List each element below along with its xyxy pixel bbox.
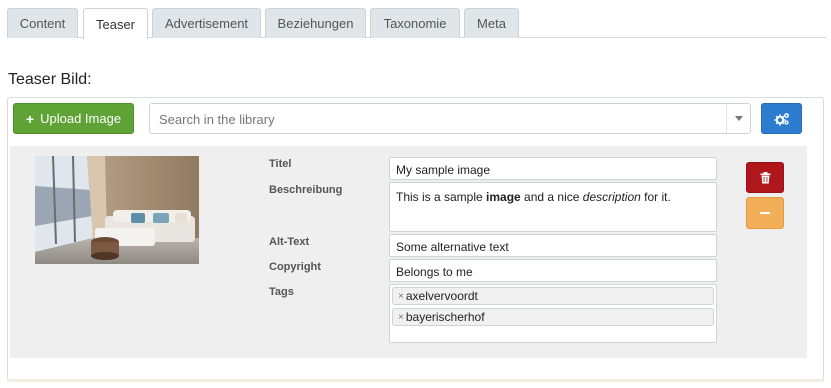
description-italic-text: description xyxy=(582,190,641,204)
chevron-down-icon xyxy=(734,116,743,121)
tab-bar: Content Teaser Advertisement Beziehungen… xyxy=(0,0,831,39)
upload-image-label: Upload Image xyxy=(40,111,122,126)
tab-teaser[interactable]: Teaser xyxy=(83,8,148,39)
plus-icon: + xyxy=(25,110,35,127)
panel-footer-strip xyxy=(7,379,824,382)
section-title: Teaser Bild: xyxy=(8,71,92,88)
minus-icon xyxy=(760,212,770,214)
alt-text-input[interactable]: Some alternative text xyxy=(389,234,717,257)
description-text-end: for it. xyxy=(640,190,671,204)
image-thumbnail[interactable] xyxy=(35,156,199,264)
description-editor[interactable]: This is a sample image and a nice descri… xyxy=(389,182,717,232)
upload-image-button[interactable]: + Upload Image xyxy=(13,103,134,134)
library-search-placeholder: Search in the library xyxy=(159,112,275,127)
tab-meta[interactable]: Meta xyxy=(464,8,519,38)
copyright-label: Copyright xyxy=(269,261,321,273)
title-input[interactable]: My sample image xyxy=(389,157,717,180)
tab-content[interactable]: Content xyxy=(7,8,78,38)
remove-tag-icon[interactable]: × xyxy=(398,312,404,323)
settings-button[interactable] xyxy=(761,103,802,134)
trash-icon xyxy=(760,171,770,183)
tag-chip: × bayerischerhof xyxy=(392,308,714,326)
tab-advertisement[interactable]: Advertisement xyxy=(152,8,261,38)
title-label: Titel xyxy=(269,158,292,170)
description-text-start: This is a sample xyxy=(396,190,487,204)
tab-beziehungen[interactable]: Beziehungen xyxy=(265,8,366,38)
gears-icon xyxy=(774,112,789,125)
description-text-middle: and a nice xyxy=(520,190,583,204)
remove-tag-icon[interactable]: × xyxy=(398,291,404,302)
alt-text-label: Alt-Text xyxy=(269,236,310,248)
tags-label: Tags xyxy=(269,286,294,298)
tag-label: axelvervoordt xyxy=(405,289,478,303)
collapse-image-button[interactable] xyxy=(746,197,784,229)
room-photo xyxy=(35,156,199,264)
tags-input[interactable]: × axelvervoordt × bayerischerhof xyxy=(389,284,717,343)
description-label: Beschreibung xyxy=(269,184,343,196)
delete-image-button[interactable] xyxy=(746,162,784,193)
description-bold-text: image xyxy=(486,190,521,204)
library-search-select[interactable]: Search in the library xyxy=(149,103,751,134)
tab-taxonomie[interactable]: Taxonomie xyxy=(370,8,460,38)
copyright-input[interactable]: Belongs to me xyxy=(389,259,717,282)
tag-label: bayerischerhof xyxy=(405,310,485,324)
dropdown-toggle[interactable] xyxy=(726,104,750,133)
tag-chip: × axelvervoordt xyxy=(392,287,714,305)
